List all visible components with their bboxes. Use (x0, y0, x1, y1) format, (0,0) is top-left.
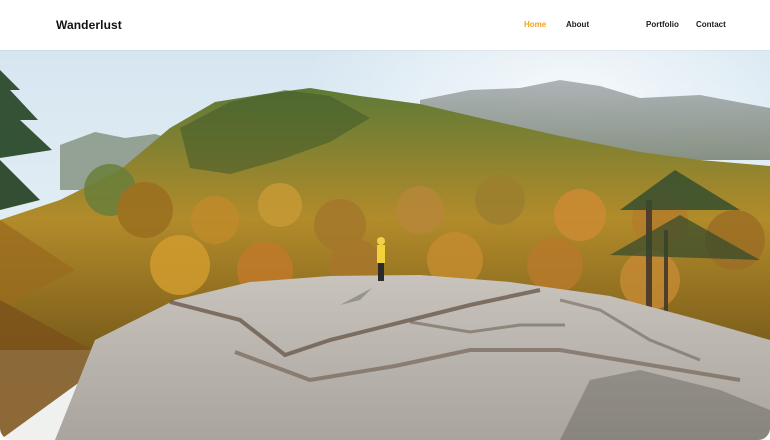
brand-logo-text[interactable]: Wanderlust (56, 18, 122, 32)
nav-link-about[interactable]: About (566, 20, 589, 29)
hero-image (0, 50, 770, 440)
nav-link-contact[interactable]: Contact (696, 20, 726, 29)
page-frame: Wanderlust Home About Portfolio Contact (0, 0, 770, 440)
top-navigation-bar: Wanderlust Home About Portfolio Contact (0, 0, 770, 50)
nav-link-portfolio[interactable]: Portfolio (646, 20, 679, 29)
hero-landscape-illustration (0, 50, 770, 440)
hiker-figure (377, 237, 385, 281)
nav-link-home[interactable]: Home (524, 20, 546, 29)
